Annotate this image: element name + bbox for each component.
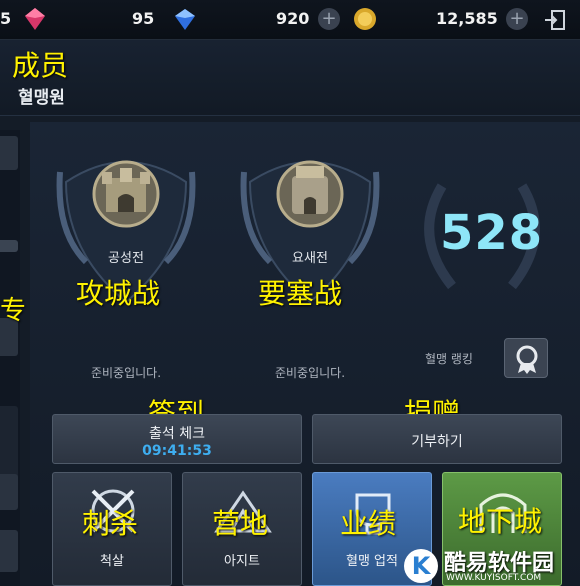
assassinate-label: 척살	[100, 554, 124, 569]
siege-battle-cn-overlay: 攻城战	[76, 277, 161, 310]
resource-bar: 5 95 920 + 12,585 +	[0, 0, 580, 40]
add-gold-button[interactable]: +	[506, 8, 528, 30]
diamond-count: 920	[276, 9, 310, 28]
donate-label: 기부하기	[411, 434, 463, 450]
crystal-count: 95	[132, 9, 155, 28]
assassinate-cn-overlay: 刺杀	[82, 507, 139, 540]
add-diamond-button[interactable]: +	[318, 8, 340, 30]
check-in-button[interactable]: 출석 체크 09:41:53	[52, 414, 302, 464]
clan-rank-label: 혈맹 랭킹	[425, 352, 473, 366]
exit-icon[interactable]	[543, 8, 567, 32]
blue-diamond-icon	[175, 9, 195, 30]
side-lower-button[interactable]	[0, 530, 18, 572]
side-cn-overlay: 专	[0, 296, 27, 326]
page-title: 혈맹원	[18, 88, 65, 108]
watermark: K 酷易软件园 WWW.KUYISOFT.COM	[400, 545, 580, 586]
side-scroll-marker	[0, 240, 18, 252]
donate-button[interactable]: 기부하기	[312, 414, 562, 464]
ruby-count: 5	[0, 9, 12, 28]
side-arrow-button[interactable]	[0, 474, 18, 510]
watermark-url: WWW.KUYISOFT.COM	[446, 573, 542, 583]
side-strip	[0, 130, 20, 586]
gold-coin-icon	[354, 8, 376, 30]
ruby-icon	[25, 8, 45, 30]
achievement-cn-overlay: 业绩	[340, 507, 397, 540]
check-in-label: 출석 체크	[149, 426, 205, 442]
hideout-label: 아지트	[224, 554, 260, 569]
fortress-battle-status: 준비중입니다.	[274, 366, 346, 380]
clan-rank-value: 528	[440, 205, 544, 261]
fortress-battle-cn-overlay: 要塞战	[258, 277, 343, 310]
header	[0, 40, 580, 116]
gold-count: 12,585	[436, 9, 498, 28]
watermark-logo: K	[404, 549, 438, 583]
dungeon-cn-overlay: 地下城	[458, 505, 543, 538]
title-cn-overlay: 成员	[12, 49, 69, 82]
medal-icon	[516, 345, 538, 374]
hideout-cn-overlay: 营地	[212, 507, 269, 540]
ranking-button[interactable]	[504, 338, 548, 378]
fortress-battle-label: 요새전	[292, 251, 328, 266]
siege-battle-label: 공성전	[108, 251, 144, 266]
check-in-timer: 09:41:53	[142, 443, 212, 459]
siege-battle-status: 준비중입니다.	[90, 366, 162, 380]
side-tab-button[interactable]	[0, 136, 18, 170]
